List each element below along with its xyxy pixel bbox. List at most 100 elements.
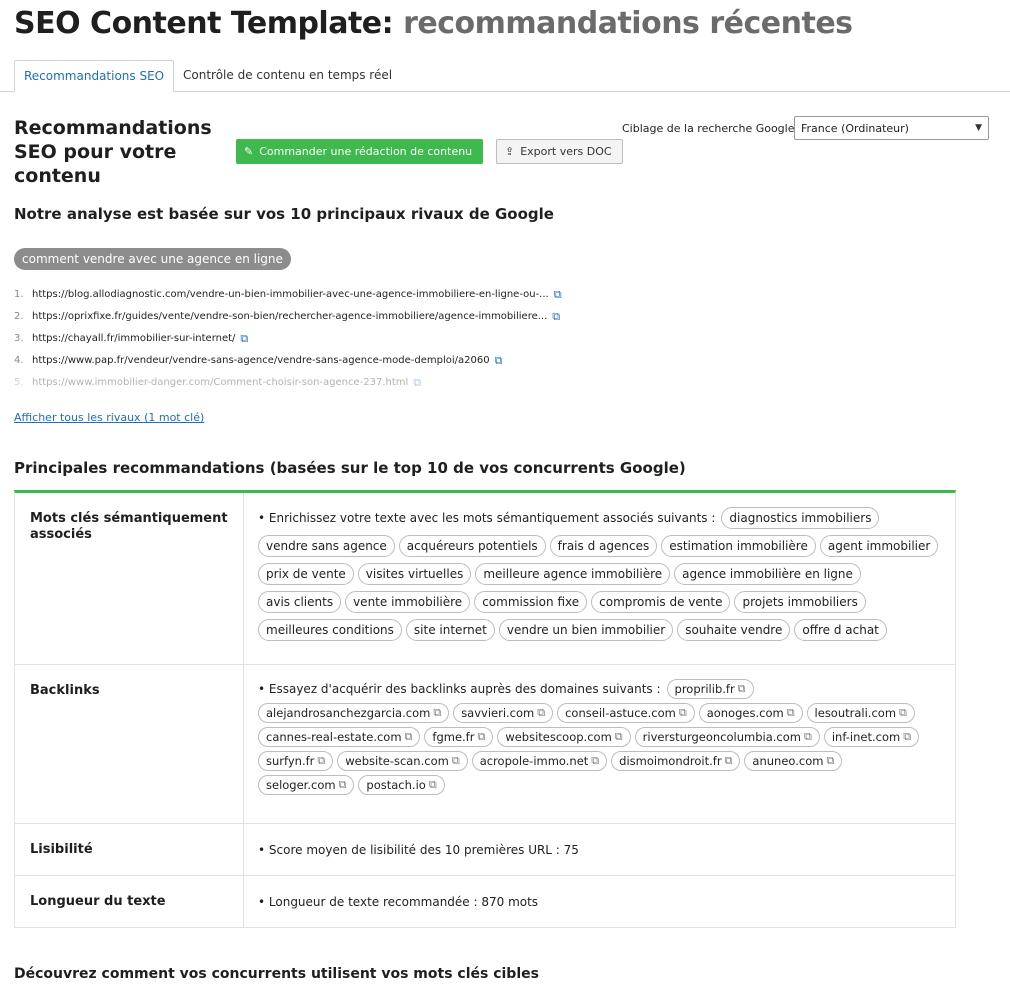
semantic-keyword-chip[interactable]: souhaite vendre: [677, 619, 791, 641]
backlink-domain-chip[interactable]: riversturgeoncolumbia.com ⧉: [634, 727, 820, 747]
backlink-domain-chip[interactable]: savvieri.com ⧉: [453, 703, 554, 723]
backlink-domain-chip[interactable]: proprilib.fr ⧉: [666, 679, 754, 699]
recommendations-title: Principales recommandations (basées sur …: [14, 459, 686, 477]
text-length-text: • Longueur de texte recommandée : 870 mo…: [258, 894, 539, 909]
semantic-keyword-chip[interactable]: vendre un bien immobilier: [498, 619, 674, 641]
semantic-keyword-chip[interactable]: visites virtuelles: [357, 563, 472, 585]
rival-url[interactable]: https://chayall.fr/immobilier-sur-intern…: [32, 328, 235, 350]
rival-item: 4. https://www.pap.fr/vendeur/vendre-san…: [14, 350, 714, 372]
backlink-domain-label: websitescoop.com: [505, 730, 612, 744]
keyword-pill[interactable]: comment vendre avec une agence en ligne: [14, 248, 291, 270]
semantic-keyword-chip[interactable]: acquéreurs potentiels: [398, 535, 546, 557]
backlink-domain-label: savvieri.com: [461, 706, 535, 720]
backlink-domain-chip[interactable]: alejandrosanchezgarcia.com ⧉: [258, 703, 450, 723]
readability-text: • Score moyen de lisibilité des 10 premi…: [258, 842, 579, 857]
semantic-keyword-chip[interactable]: commission fixe: [474, 591, 588, 613]
tab-realtime-content-check[interactable]: Contrôle de contenu en temps réel: [174, 60, 401, 92]
semantic-keyword-chip[interactable]: diagnostics immobiliers: [721, 507, 880, 529]
backlink-domain-chip[interactable]: aonoges.com ⧉: [698, 703, 803, 723]
text-length-content: • Longueur de texte recommandée : 870 mo…: [244, 876, 955, 927]
external-link-icon: ⧉: [537, 706, 546, 719]
search-target-label: Ciblage de la recherche Google:: [622, 122, 799, 135]
external-link-icon[interactable]: ⧉: [552, 306, 560, 328]
order-content-button[interactable]: ✎ Commander une rédaction de contenu: [236, 139, 484, 164]
external-link-icon[interactable]: ⧉: [413, 372, 421, 394]
backlink-domain-chip[interactable]: dismoimondroit.fr ⧉: [611, 751, 741, 771]
backlink-domain-label: acropole-immo.net: [479, 754, 589, 768]
rival-number: 1.: [14, 289, 24, 300]
external-link-icon: ⧉: [678, 706, 687, 719]
semantic-keyword-chip[interactable]: meilleure agence immobilière: [475, 563, 671, 585]
tab-seo-recommendations[interactable]: Recommandations SEO: [14, 60, 175, 92]
rival-number: 5.: [14, 377, 24, 388]
backlink-domain-label: lesoutrali.com: [814, 706, 897, 720]
backlink-domain-chip[interactable]: lesoutrali.com ⧉: [806, 703, 915, 723]
recommendations-table: Mots clés sémantiquement associés • Enri…: [14, 490, 956, 928]
rival-item: 3. https://chayall.fr/immobilier-sur-int…: [14, 328, 714, 350]
semantic-keyword-chip[interactable]: vente immobilière: [345, 591, 471, 613]
rival-url[interactable]: https://oprixfixe.fr/guides/vente/vendre…: [32, 306, 547, 328]
discover-competitors-title: Découvrez comment vos concurrents utilis…: [14, 966, 539, 982]
semantic-keyword-chip[interactable]: avis clients: [258, 591, 342, 613]
backlink-domain-chip[interactable]: cannes-real-estate.com ⧉: [258, 727, 421, 747]
semantic-keyword-chip[interactable]: offre d achat: [794, 619, 887, 641]
show-all-rivals-link[interactable]: Afficher tous les rivaux (1 mot clé): [14, 411, 204, 424]
backlink-domain-label: website-scan.com: [345, 754, 449, 768]
upload-icon: ⇪: [505, 145, 515, 158]
semantic-keyword-chip[interactable]: agence immobilière en ligne: [674, 563, 861, 585]
backlink-domain-chip[interactable]: conseil-astuce.com ⧉: [557, 703, 695, 723]
backlink-domain-label: surfyn.fr: [266, 754, 315, 768]
external-link-icon: ⧉: [826, 754, 835, 767]
external-link-icon[interactable]: ⧉: [554, 284, 562, 306]
external-link-icon: ⧉: [786, 706, 795, 719]
rival-number: 2.: [14, 311, 24, 322]
rival-url[interactable]: https://www.immobilier-danger.com/Commen…: [32, 372, 408, 394]
semantic-keyword-chip[interactable]: vendre sans agence: [258, 535, 395, 557]
rival-url[interactable]: https://www.pap.fr/vendeur/vendre-sans-a…: [32, 350, 490, 372]
backlink-domain-label: anuneo.com: [752, 754, 824, 768]
semantic-keyword-chip[interactable]: projets immobiliers: [734, 591, 866, 613]
semantic-keyword-chip[interactable]: agent immobilier: [819, 535, 939, 557]
external-link-icon: ⧉: [591, 754, 600, 767]
backlink-domain-chip[interactable]: surfyn.fr ⧉: [258, 751, 334, 771]
external-link-icon: ⧉: [404, 730, 413, 743]
rival-url[interactable]: https://blog.allodiagnostic.com/vendre-u…: [32, 284, 549, 306]
external-link-icon[interactable]: ⧉: [240, 328, 248, 350]
search-target-select[interactable]: France (Ordinateur) ▼: [794, 116, 989, 140]
backlink-domain-chip[interactable]: acropole-immo.net ⧉: [471, 751, 608, 771]
backlinks-lead: • Essayez d'acquérir des backlinks auprè…: [258, 682, 661, 696]
semantic-keyword-chip[interactable]: meilleures conditions: [258, 619, 402, 641]
backlink-domain-chip[interactable]: anuneo.com ⧉: [744, 751, 843, 771]
backlink-domain-label: cannes-real-estate.com: [266, 730, 402, 744]
backlink-domain-chip[interactable]: websitescoop.com ⧉: [497, 727, 631, 747]
semantic-keyword-chip[interactable]: compromis de vente: [591, 591, 731, 613]
backlink-domain-chip[interactable]: website-scan.com ⧉: [337, 751, 468, 771]
backlink-domain-label: inf-inet.com: [831, 730, 901, 744]
semantic-keyword-chip[interactable]: prix de vente: [258, 563, 354, 585]
external-link-icon: ⧉: [903, 730, 912, 743]
backlink-domain-chip[interactable]: inf-inet.com ⧉: [823, 727, 920, 747]
backlink-domain-chip[interactable]: seloger.com ⧉: [258, 775, 355, 795]
page-title: SEO Content Template: recommandations ré…: [14, 6, 853, 41]
backlink-domain-label: aonoges.com: [706, 706, 784, 720]
export-doc-button[interactable]: ⇪ Export vers DOC: [496, 139, 623, 164]
backlink-domain-chip[interactable]: fgme.fr ⧉: [424, 727, 494, 747]
rival-number: 4.: [14, 355, 24, 366]
analysis-title: Notre analyse est basée sur vos 10 princ…: [14, 205, 554, 223]
semantic-keyword-chip[interactable]: site internet: [405, 619, 495, 641]
external-link-icon: ⧉: [428, 778, 437, 791]
semantic-keyword-chip[interactable]: frais d agences: [549, 535, 658, 557]
backlink-domain-chip[interactable]: postach.io ⧉: [358, 775, 445, 795]
external-link-icon: ⧉: [724, 754, 733, 767]
semantic-keywords-row: Mots clés sémantiquement associés • Enri…: [15, 493, 955, 665]
backlink-domain-label: conseil-astuce.com: [565, 706, 676, 720]
rival-number: 3.: [14, 333, 24, 344]
external-link-icon[interactable]: ⧉: [495, 350, 503, 372]
rival-item: 1. https://blog.allodiagnostic.com/vendr…: [14, 284, 714, 306]
text-length-label: Longueur du texte: [15, 876, 244, 927]
backlink-domains-list: • Essayez d'acquérir des backlinks auprè…: [258, 679, 941, 795]
text-length-row: Longueur du texte • Longueur de texte re…: [15, 876, 955, 927]
search-target-value: France (Ordinateur): [801, 121, 909, 135]
semantic-keyword-chip[interactable]: estimation immobilière: [661, 535, 816, 557]
rival-item: 5. https://www.immobilier-danger.com/Com…: [14, 372, 714, 394]
